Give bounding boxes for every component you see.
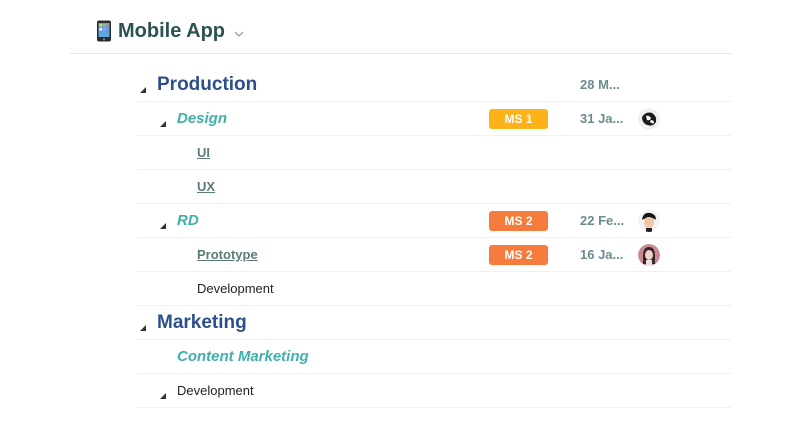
milestone-badge[interactable]: MS 2 (489, 245, 548, 265)
task-label[interactable]: Content Marketing (177, 340, 309, 374)
task-tree: Production 28 M... Design MS 1 31 Ja... … (137, 68, 731, 408)
header-divider (70, 53, 732, 54)
tree-row-design[interactable]: Design MS 1 31 Ja... (137, 102, 731, 136)
tree-row-production[interactable]: Production 28 M... (137, 68, 731, 102)
project-title[interactable]: Mobile App (118, 20, 225, 43)
avatar-icon[interactable] (638, 210, 660, 232)
avatar-icon[interactable] (638, 108, 660, 130)
project-header: Mobile App (96, 16, 245, 46)
collapse-triangle-icon[interactable] (139, 319, 147, 331)
group-label[interactable]: Production (157, 68, 257, 102)
due-date: 31 Ja... (580, 111, 624, 126)
tree-row-ux[interactable]: UX (137, 170, 731, 204)
group-label[interactable]: Marketing (157, 306, 247, 340)
milestone-badge[interactable]: MS 1 (489, 109, 548, 129)
collapse-triangle-icon[interactable] (159, 217, 167, 229)
task-label[interactable]: Development (197, 272, 274, 306)
chevron-down-icon[interactable] (233, 27, 245, 39)
avatar-icon[interactable] (638, 244, 660, 266)
task-label[interactable]: RD (177, 204, 199, 238)
task-link[interactable]: UX (197, 170, 215, 204)
collapse-triangle-icon[interactable] (159, 387, 167, 399)
task-link[interactable]: Prototype (197, 238, 258, 272)
mobile-phone-icon (96, 20, 112, 42)
task-link[interactable]: UI (197, 136, 210, 170)
task-label[interactable]: Design (177, 102, 227, 136)
tree-row-development[interactable]: Development (137, 374, 731, 408)
tree-row-rd[interactable]: RD MS 2 22 Fe... (137, 204, 731, 238)
due-date: 28 M... (580, 77, 620, 92)
collapse-triangle-icon[interactable] (159, 115, 167, 127)
tree-row-marketing[interactable]: Marketing (137, 306, 731, 340)
collapse-triangle-icon[interactable] (139, 81, 147, 93)
tree-row-content-marketing[interactable]: Content Marketing (137, 340, 731, 374)
due-date: 16 Ja... (580, 247, 624, 262)
tree-row-development[interactable]: Development (137, 272, 731, 306)
tree-row-prototype[interactable]: Prototype MS 2 16 Ja... (137, 238, 731, 272)
due-date: 22 Fe... (580, 213, 625, 228)
milestone-badge[interactable]: MS 2 (489, 211, 548, 231)
task-label[interactable]: Development (177, 374, 254, 408)
tree-row-ui[interactable]: UI (137, 136, 731, 170)
